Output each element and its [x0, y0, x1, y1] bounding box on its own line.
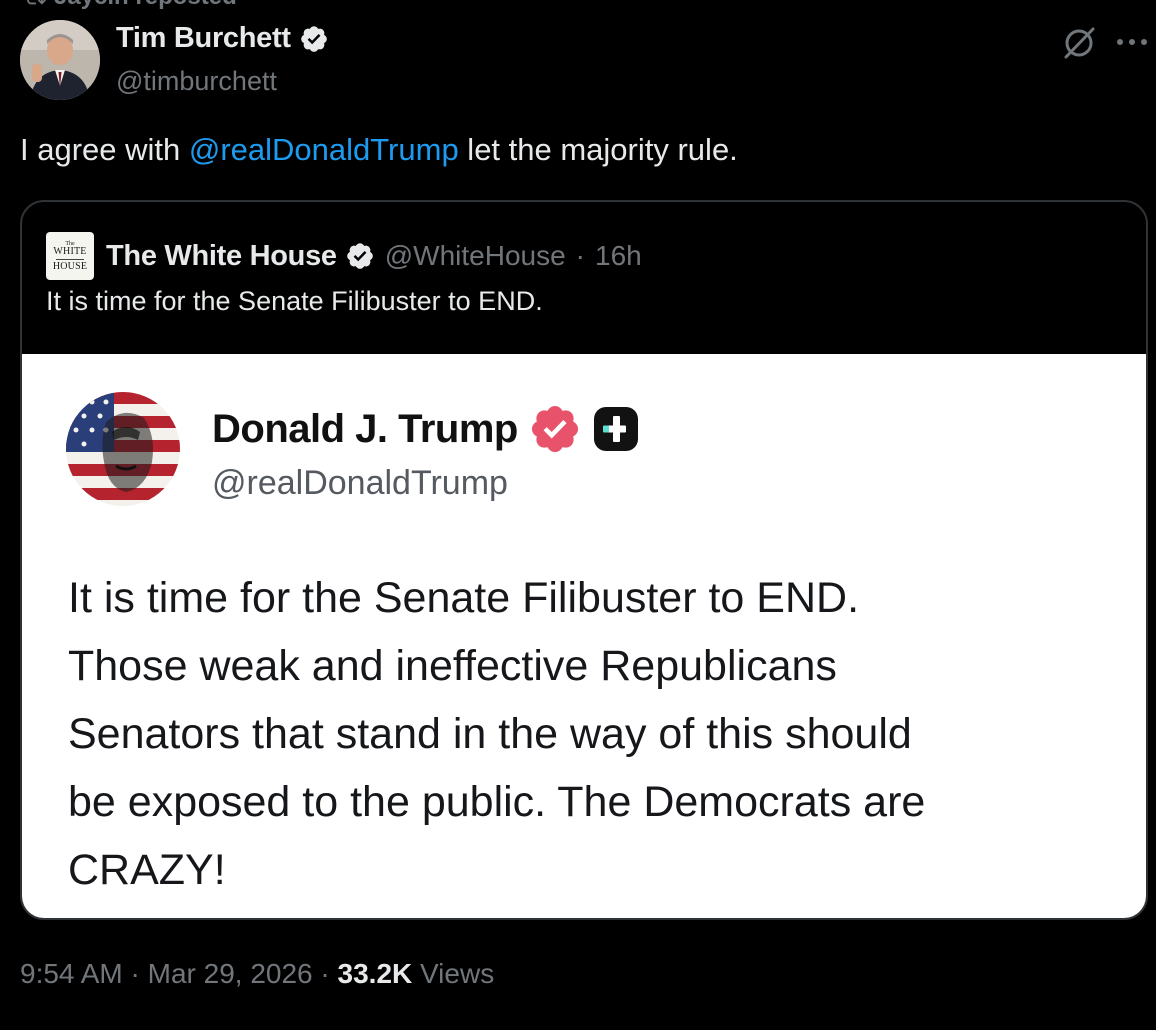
views-label: Views — [412, 958, 495, 989]
verified-badge-icon[interactable] — [299, 24, 329, 54]
truth-post-line: Senators that stand in the way of this s… — [68, 710, 912, 758]
more-dots-icon — [1117, 39, 1147, 45]
truth-post-line: be exposed to the public. The Democrats … — [68, 778, 926, 826]
tweet-time[interactable]: 9:54 AM — [20, 958, 123, 989]
truth-avatar — [66, 392, 180, 506]
quote-text: It is time for the Senate Filibuster to … — [46, 286, 543, 316]
quote-handle[interactable]: @WhiteHouse — [385, 240, 566, 272]
quote-separator: · — [575, 240, 585, 271]
author-handle[interactable]: @timburchett — [116, 66, 277, 97]
quote-header: The WHITE HOUSE The White House @WhiteHo… — [46, 232, 642, 280]
truth-post-line: CRAZY! — [68, 846, 226, 894]
author-avatar-image — [20, 20, 100, 100]
quote-author-name[interactable]: The White House — [106, 240, 337, 273]
repost-banner[interactable]: Jaycin reposted — [24, 0, 237, 9]
truth-post-line: Those weak and ineffective Republicans — [68, 642, 837, 690]
footer-separator: · — [320, 958, 330, 989]
truth-name-row: Donald J. Trump — [212, 402, 640, 456]
repost-icon — [27, 0, 46, 5]
tweet-text-after: let the majority rule. — [458, 132, 738, 167]
truth-author-handle: @realDonaldTrump — [212, 464, 508, 502]
white-house-logo-line1: WHITE — [53, 245, 87, 257]
tweet-text: I agree with @realDonaldTrump let the ma… — [20, 132, 738, 168]
quote-tweet-card[interactable]: The WHITE HOUSE The White House @WhiteHo… — [20, 200, 1148, 920]
white-house-logo-divider — [56, 258, 84, 260]
more-icon[interactable] — [1114, 24, 1150, 60]
grok-icon[interactable] — [1060, 24, 1098, 62]
tweet-text-before: I agree with — [20, 132, 189, 167]
views-count[interactable]: 33.2K — [338, 958, 413, 989]
truth-author-name: Donald J. Trump — [212, 406, 518, 451]
mention-link[interactable]: @realDonaldTrump — [189, 132, 459, 167]
quote-image[interactable]: Donald J. Trump @realDonaldTrump It is t… — [22, 354, 1146, 918]
footer-separator: · — [130, 958, 140, 989]
author-name-row: Tim Burchett — [116, 22, 329, 55]
truth-plus-icon — [593, 407, 638, 451]
author-avatar[interactable] — [20, 20, 100, 100]
truth-post-text: It is time for the Senate Filibuster to … — [68, 564, 925, 904]
repost-banner-text[interactable]: Jaycin reposted — [54, 0, 237, 9]
truth-verified-badge-icon — [531, 405, 578, 453]
white-house-logo-line2: HOUSE — [52, 260, 88, 272]
tweet-date[interactable]: Mar 29, 2026 — [148, 958, 313, 989]
tweet-footer-meta: 9:54 AM · Mar 29, 2026 · 33.2K Views — [20, 958, 494, 990]
truth-post-line: It is time for the Senate Filibuster to … — [68, 574, 860, 622]
quote-verified-badge-icon[interactable] — [345, 241, 375, 271]
truth-avatar-image — [66, 392, 180, 506]
quote-time[interactable]: 16h — [595, 240, 642, 272]
author-name[interactable]: Tim Burchett — [116, 22, 291, 55]
white-house-logo[interactable]: The WHITE HOUSE — [46, 232, 94, 280]
